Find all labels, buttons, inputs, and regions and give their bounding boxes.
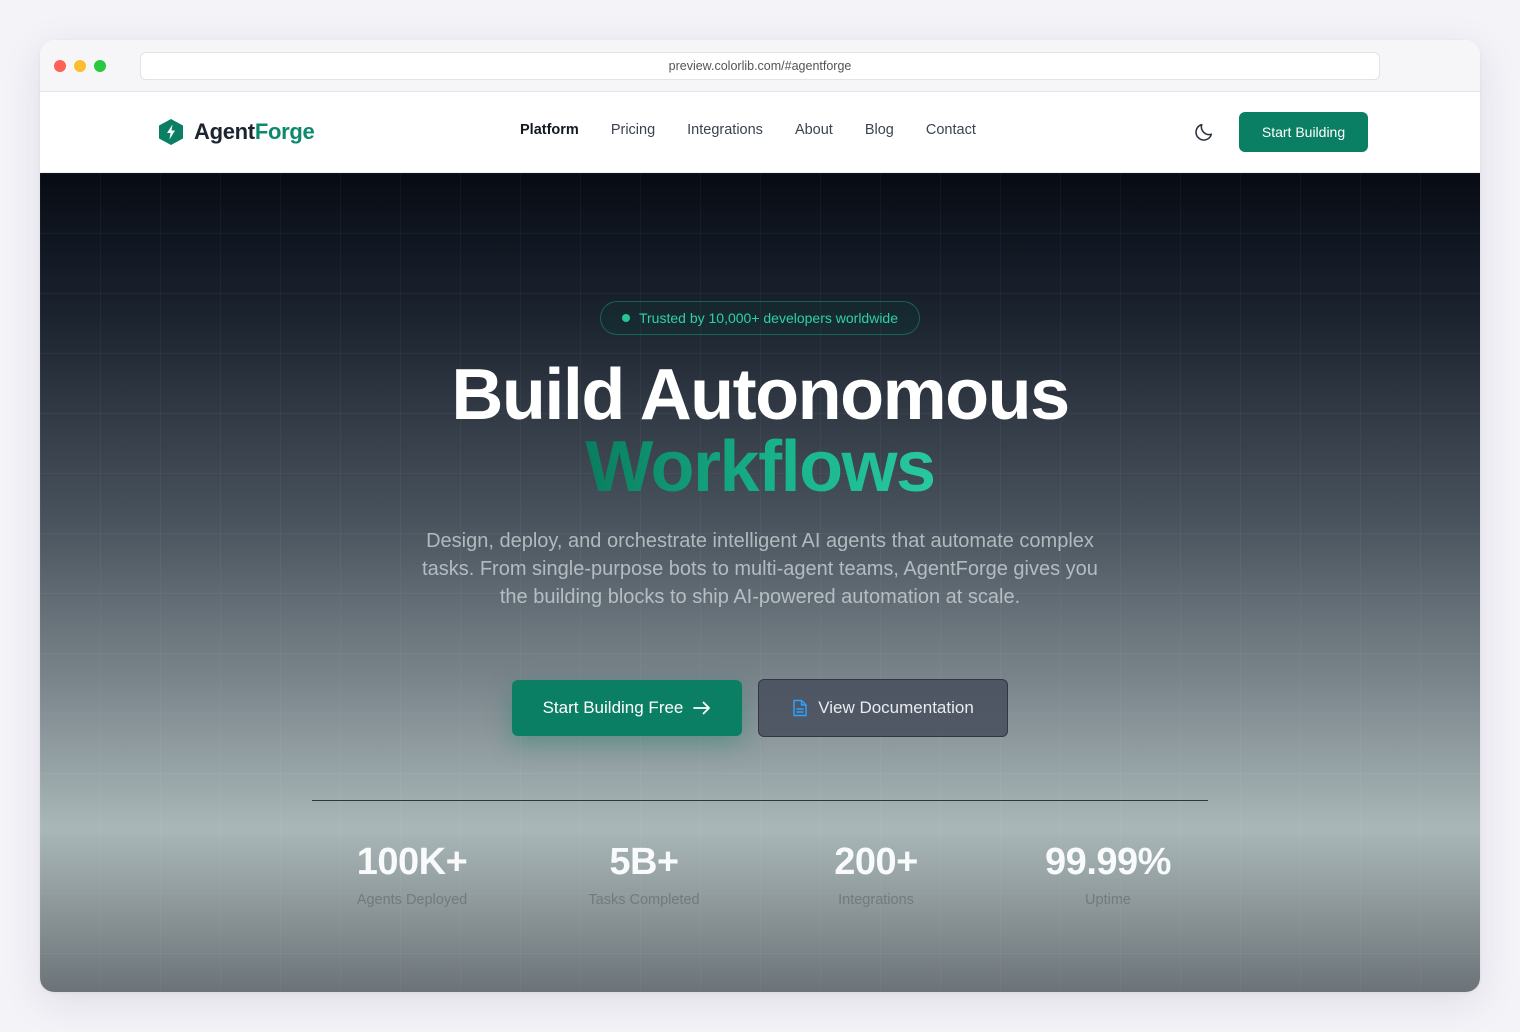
hero-section: Trusted by 10,000+ developers worldwide …: [40, 173, 1480, 992]
stat-label: Tasks Completed: [588, 892, 700, 908]
start-building-button[interactable]: Start Building: [1239, 112, 1368, 152]
moon-icon: [1195, 123, 1213, 141]
document-icon: [793, 699, 807, 717]
nav-item-blog[interactable]: Blog: [865, 122, 894, 138]
stat-value: 100K+: [356, 841, 468, 883]
view-documentation-label: View Documentation: [818, 698, 974, 717]
minimize-window-button[interactable]: [74, 60, 86, 72]
hero-headline: Build Autonomous: [451, 355, 1070, 435]
stat-value: 99.99%: [1045, 841, 1171, 883]
close-window-button[interactable]: [54, 60, 66, 72]
stats-divider: [312, 800, 1208, 801]
view-documentation-button[interactable]: View Documentation: [758, 679, 1008, 737]
maximize-window-button[interactable]: [94, 60, 106, 72]
start-building-free-button[interactable]: Start Building Free: [512, 680, 742, 736]
nav-item-about[interactable]: About: [795, 122, 833, 138]
trust-badge: Trusted by 10,000+ developers worldwide: [600, 301, 920, 335]
address-bar[interactable]: preview.colorlib.com/#agentforge: [140, 52, 1380, 80]
stat-agents-deployed: 100K+ Agents Deployed: [296, 840, 528, 908]
status-dot-icon: [621, 314, 630, 322]
stat-label: Agents Deployed: [356, 892, 468, 908]
theme-toggle-button[interactable]: [1193, 121, 1215, 143]
trust-badge-text: Trusted by 10,000+ developers worldwide: [638, 310, 899, 326]
hero-headline-accent: Workflows: [585, 427, 936, 507]
site-header: AgentForge Platform Pricing Integrations…: [40, 92, 1480, 173]
stat-label: Uptime: [1085, 892, 1131, 908]
stat-value: 5B+: [609, 841, 679, 883]
bolt-hexagon-icon: [159, 119, 183, 145]
stat-uptime: 99.99% Uptime: [992, 840, 1224, 908]
browser-chrome: preview.colorlib.com/#agentforge: [40, 40, 1480, 92]
nav-item-contact[interactable]: Contact: [926, 122, 976, 138]
main-menu: Platform Pricing Integrations About Blog…: [520, 122, 1008, 138]
stat-tasks-completed: 5B+ Tasks Completed: [528, 840, 760, 908]
stat-integrations: 200+ Integrations: [760, 840, 992, 908]
nav-item-pricing[interactable]: Pricing: [611, 122, 655, 138]
logo-text: AgentForge: [194, 119, 315, 144]
hero-subtitle: Design, deploy, and orchestrate intellig…: [422, 530, 1098, 608]
nav-item-integrations[interactable]: Integrations: [687, 122, 763, 138]
arrow-right-icon: [693, 701, 711, 715]
stat-label: Integrations: [838, 892, 914, 908]
start-building-free-label: Start Building Free: [542, 698, 684, 717]
browser-window: preview.colorlib.com/#agentforge AgentFo…: [40, 40, 1480, 992]
stat-value: 200+: [834, 841, 918, 883]
logo[interactable]: AgentForge: [158, 114, 315, 150]
nav-item-platform[interactable]: Platform: [520, 122, 579, 138]
